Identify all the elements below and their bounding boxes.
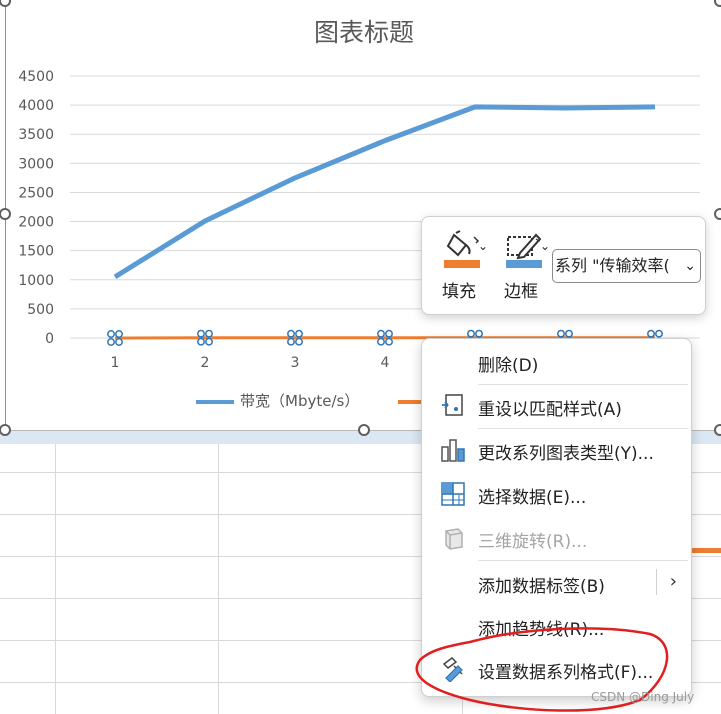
context-menu: 删除(D) 重设以匹配样式(A) 更改系列图表类型(Y)... 选择数据(E).… <box>421 338 692 697</box>
x-tick-label: 2 <box>201 355 210 371</box>
menu-separator <box>478 428 688 429</box>
menu-item-3d-rotation[interactable]: 三维旋转(R)... <box>422 518 691 558</box>
menu-item-reset-style[interactable]: 重设以匹配样式(A) <box>422 386 691 426</box>
menu-item-add-data-labels[interactable]: 添加数据标签(B) › <box>422 563 691 603</box>
y-tick-label: 3000 <box>18 156 54 172</box>
resize-handle[interactable] <box>358 424 370 436</box>
y-tick-label: 2500 <box>18 185 54 201</box>
y-tick-label: 3500 <box>18 127 54 143</box>
grid-col-line <box>218 430 219 714</box>
x-tick-label: 1 <box>111 355 120 371</box>
format-mini-toolbar: 填充 边框 ⌄ ⌄ 系列 "传输效率( ⌄ <box>421 216 706 315</box>
menu-item-label: 更改系列图表类型(Y)... <box>478 444 654 464</box>
y-tick-label: 500 <box>27 302 54 318</box>
x-axis-ticks: 1 2 3 4 <box>111 355 390 371</box>
table-select-icon <box>441 482 465 506</box>
pen-icon <box>506 233 542 268</box>
submenu-divider <box>656 569 657 595</box>
fill-label: 填充 <box>442 282 476 302</box>
y-tick-label: 4500 <box>18 69 54 85</box>
outline-label: 边框 <box>504 282 538 302</box>
menu-item-add-trendline[interactable]: 添加趋势线(R)... <box>422 606 691 646</box>
y-tick-label: 1000 <box>18 273 54 289</box>
menu-item-change-chart-type[interactable]: 更改系列图表类型(Y)... <box>422 430 691 470</box>
y-tick-label: 0 <box>45 331 54 347</box>
format-series-icon <box>442 657 463 682</box>
grid-col-line <box>55 430 56 714</box>
menu-item-label: 三维旋转(R)... <box>478 532 588 552</box>
y-axis-ticks: 0 500 1000 1500 2000 2500 3000 3500 4000 4500 <box>18 69 54 347</box>
paint-bucket-icon <box>444 230 480 268</box>
watermark: CSDN @Ding July <box>591 690 695 704</box>
series-line-fragment <box>690 548 721 553</box>
legend: 带宽（Mbyte/s） <box>196 392 422 410</box>
menu-item-select-data[interactable]: 选择数据(E)... <box>422 474 691 514</box>
fill-button[interactable]: 填充 <box>430 223 488 307</box>
y-tick-label: 2000 <box>18 215 54 231</box>
rotate-3d-icon <box>445 528 463 550</box>
series-select-dropdown[interactable]: 系列 "传输效率( ⌄ <box>552 249 701 283</box>
series-select-value: 系列 "传输效率( <box>555 256 670 275</box>
menu-item-label: 添加趋势线(R)... <box>478 620 605 640</box>
y-tick-label: 4000 <box>18 98 54 114</box>
resize-handle[interactable] <box>714 424 721 436</box>
chevron-right-icon[interactable]: › <box>670 571 677 592</box>
menu-item-delete[interactable]: 删除(D) <box>422 342 691 382</box>
menu-item-label: 添加数据标签(B) <box>478 577 605 597</box>
y-tick-label: 1500 <box>18 244 54 260</box>
bar-chart-icon <box>441 439 465 462</box>
menu-item-label: 删除(D) <box>478 356 539 376</box>
menu-item-label: 重设以匹配样式(A) <box>478 400 622 420</box>
resize-handle[interactable] <box>714 208 721 220</box>
outline-dropdown-arrow[interactable]: ⌄ <box>540 239 550 253</box>
menu-item-label: 选择数据(E)... <box>478 488 587 508</box>
x-tick-label: 3 <box>291 355 300 371</box>
x-tick-label: 4 <box>381 355 390 371</box>
outline-button[interactable]: 边框 <box>492 223 550 307</box>
legend-label-bandwidth[interactable]: 带宽（Mbyte/s） <box>240 392 359 410</box>
fill-dropdown-arrow[interactable]: ⌄ <box>478 239 488 253</box>
menu-item-format-data-series[interactable]: 设置数据系列格式(F)... <box>422 649 691 689</box>
menu-item-label: 设置数据系列格式(F)... <box>478 663 654 683</box>
menu-separator <box>478 560 688 561</box>
reset-style-icon <box>442 394 463 416</box>
chevron-down-icon: ⌄ <box>684 258 696 274</box>
chart-title[interactable]: 图表标题 <box>314 18 414 47</box>
menu-separator <box>478 384 688 385</box>
